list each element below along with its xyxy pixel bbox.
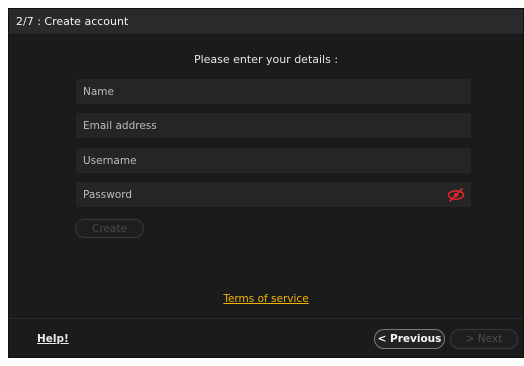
password-input[interactable] bbox=[76, 182, 471, 207]
eye-slash-icon[interactable] bbox=[447, 187, 465, 203]
create-button[interactable]: Create bbox=[75, 219, 144, 238]
name-field[interactable] bbox=[75, 78, 472, 105]
terms-of-service-link[interactable]: Terms of service bbox=[223, 293, 308, 305]
form-heading: Please enter your details : bbox=[193, 53, 339, 66]
window-title: 2/7 : Create account bbox=[16, 15, 129, 28]
email-field[interactable] bbox=[75, 112, 472, 139]
create-account-dialog: 2/7 : Create account Please enter your d… bbox=[8, 8, 524, 358]
help-link[interactable]: Help! bbox=[37, 333, 69, 345]
username-input[interactable] bbox=[76, 148, 471, 173]
password-field[interactable] bbox=[75, 181, 472, 208]
username-field[interactable] bbox=[75, 147, 472, 174]
terms-of-service-row: Terms of service bbox=[9, 293, 523, 305]
name-input[interactable] bbox=[76, 79, 471, 104]
title-bar: 2/7 : Create account bbox=[9, 9, 523, 35]
email-input[interactable] bbox=[76, 113, 471, 138]
next-button[interactable]: > Next bbox=[450, 329, 518, 349]
footer-divider bbox=[9, 318, 523, 319]
previous-button[interactable]: < Previous bbox=[374, 329, 445, 349]
